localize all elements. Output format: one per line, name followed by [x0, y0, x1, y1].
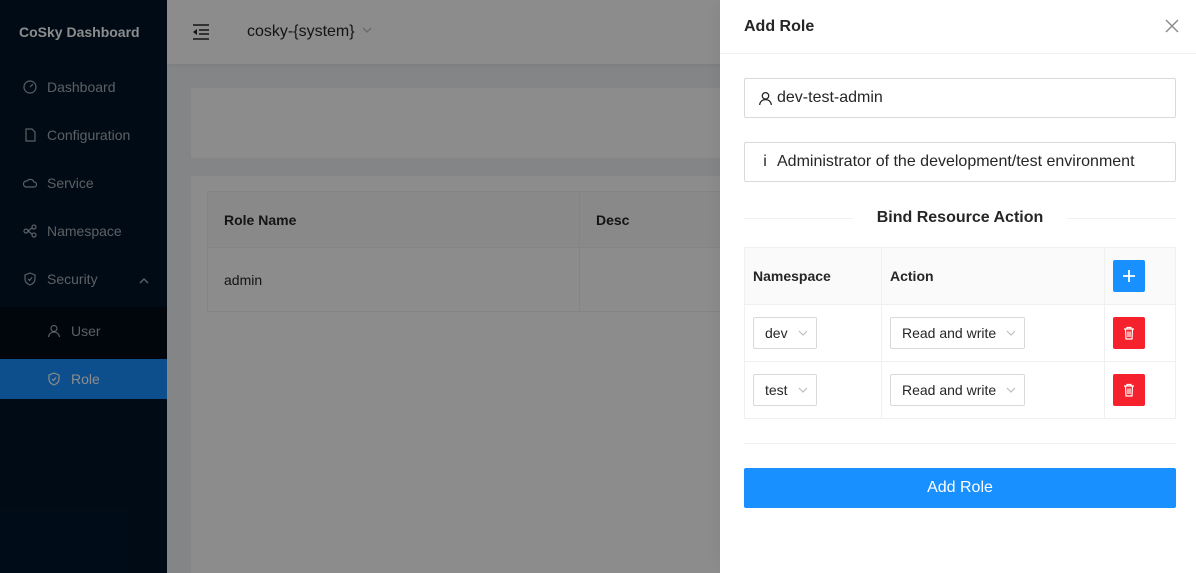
role-desc-input[interactable] — [777, 153, 1167, 171]
column-header-action: Action — [881, 247, 1105, 305]
action-select[interactable]: Read and write — [890, 374, 1026, 406]
namespace-select-value: dev — [765, 325, 788, 341]
action-select-value: Read and write — [902, 325, 997, 341]
action-select[interactable]: Read and write — [890, 317, 1026, 349]
role-name-input[interactable] — [777, 89, 1167, 107]
drawer-title: Add Role — [744, 17, 815, 35]
section-divider: Bind Resource Action — [744, 206, 1177, 230]
chevron-down-icon — [798, 385, 808, 395]
column-header-operation — [1104, 247, 1176, 305]
delete-icon — [1124, 326, 1134, 340]
delete-binding-button[interactable] — [1113, 317, 1145, 349]
form-divider — [744, 443, 1176, 444]
close-icon[interactable] — [1164, 18, 1180, 34]
table-row: test Read and write — [744, 361, 1176, 419]
delete-binding-button[interactable] — [1113, 374, 1145, 406]
chevron-down-icon — [798, 328, 808, 338]
info-icon: i — [763, 153, 767, 170]
namespace-select[interactable]: dev — [753, 317, 817, 349]
chevron-down-icon — [1006, 328, 1016, 338]
section-title: Bind Resource Action — [876, 209, 1044, 226]
drawer-header: Add Role — [720, 0, 1196, 54]
role-desc-field[interactable]: i — [744, 142, 1176, 182]
add-role-drawer: Add Role i Bind Resource Action Namespac… — [720, 0, 1196, 573]
role-name-field[interactable] — [744, 78, 1176, 118]
delete-icon — [1124, 383, 1134, 397]
chevron-down-icon — [1006, 385, 1016, 395]
bind-resource-table: Namespace Action dev Read and write test… — [744, 247, 1176, 419]
action-select-value: Read and write — [902, 382, 997, 398]
column-header-namespace: Namespace — [744, 247, 882, 305]
user-icon — [757, 91, 773, 106]
table-row: dev Read and write — [744, 304, 1176, 362]
add-binding-button[interactable] — [1113, 260, 1145, 292]
add-role-submit-button[interactable]: Add Role — [744, 468, 1176, 508]
namespace-select-value: test — [765, 382, 788, 398]
namespace-select[interactable]: test — [753, 374, 817, 406]
